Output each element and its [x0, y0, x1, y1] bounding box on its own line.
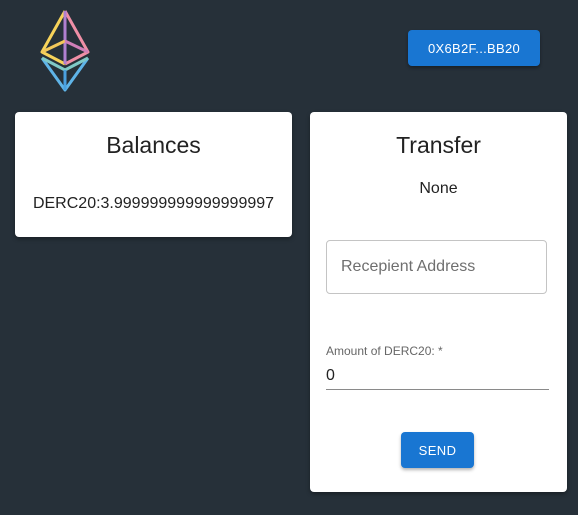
- transfer-status: None: [419, 180, 458, 197]
- transfer-title: Transfer: [396, 132, 481, 158]
- amount-input[interactable]: [326, 362, 549, 390]
- transfer-card: Transfer None Amount of DERC20: * SEND: [310, 112, 567, 492]
- derc20-balance: DERC20:3.999999999999999997: [32, 195, 275, 212]
- wallet-address-button[interactable]: 0X6B2F...BB20: [408, 30, 540, 66]
- balances-card: Balances DERC20:3.999999999999999997: [15, 112, 292, 237]
- send-button[interactable]: SEND: [401, 432, 474, 468]
- amount-label: Amount of DERC20: *: [326, 344, 443, 358]
- ethereum-logo-icon: [38, 8, 92, 94]
- balances-title: Balances: [106, 132, 201, 158]
- recipient-address-input[interactable]: [326, 240, 547, 294]
